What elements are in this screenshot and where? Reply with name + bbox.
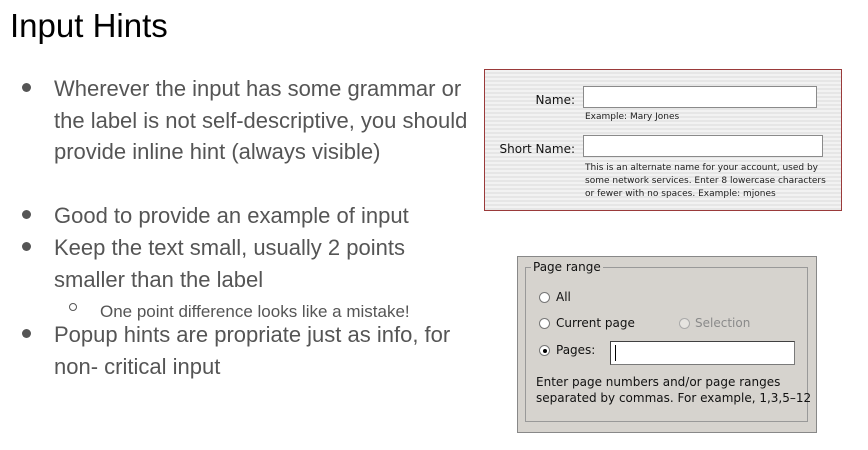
bullet-item: Good to provide an example of input <box>54 203 409 228</box>
pages-label[interactable]: Pages: <box>556 343 595 357</box>
all-label[interactable]: All <box>556 290 571 304</box>
short-name-label: Short Name: <box>499 142 575 156</box>
text-caret <box>615 345 616 361</box>
bullet-item: Popup hints are propriate just as info, … <box>54 322 451 379</box>
short-name-field[interactable] <box>583 135 823 157</box>
selection-label: Selection <box>695 316 751 330</box>
bullet-item: Keep the text small, usually 2 points sm… <box>54 235 405 292</box>
pages-radio[interactable] <box>539 345 550 356</box>
name-hint: Example: Mary Jones <box>585 112 680 122</box>
short-name-hint-line: or fewer with no spaces. Example: mjones <box>585 189 776 199</box>
bullet-dot <box>22 83 31 92</box>
current-page-label[interactable]: Current page <box>556 316 635 330</box>
slide-title: Input Hints <box>10 7 168 44</box>
selection-radio[interactable] <box>679 318 690 329</box>
name-field[interactable] <box>583 86 817 108</box>
bullet-item: Wherever the input has some grammar or t… <box>54 76 468 164</box>
page-range-legend: Page range <box>531 260 603 274</box>
short-name-hint-line: This is an alternate name for your accou… <box>585 163 818 173</box>
short-name-hint-line: some network services. Enter 8 lowercase… <box>585 176 826 186</box>
bullet-dot <box>22 242 31 251</box>
bullet-dot <box>22 329 31 338</box>
current-page-radio[interactable] <box>539 318 550 329</box>
instructions-line: separated by commas. For example, 1,3,5–… <box>536 391 812 405</box>
instructions-line: Enter page numbers and/or page ranges <box>536 375 781 389</box>
pages-input[interactable] <box>610 341 795 365</box>
all-radio[interactable] <box>539 292 550 303</box>
name-label: Name: <box>535 93 575 107</box>
sub-bullet-circle <box>69 303 77 311</box>
bullet-dot <box>22 210 31 219</box>
page-range-dialog: Page range All Current page Selection Pa… <box>517 256 817 433</box>
account-form-panel: Name: Example: Mary Jones Short Name: Th… <box>484 69 842 211</box>
